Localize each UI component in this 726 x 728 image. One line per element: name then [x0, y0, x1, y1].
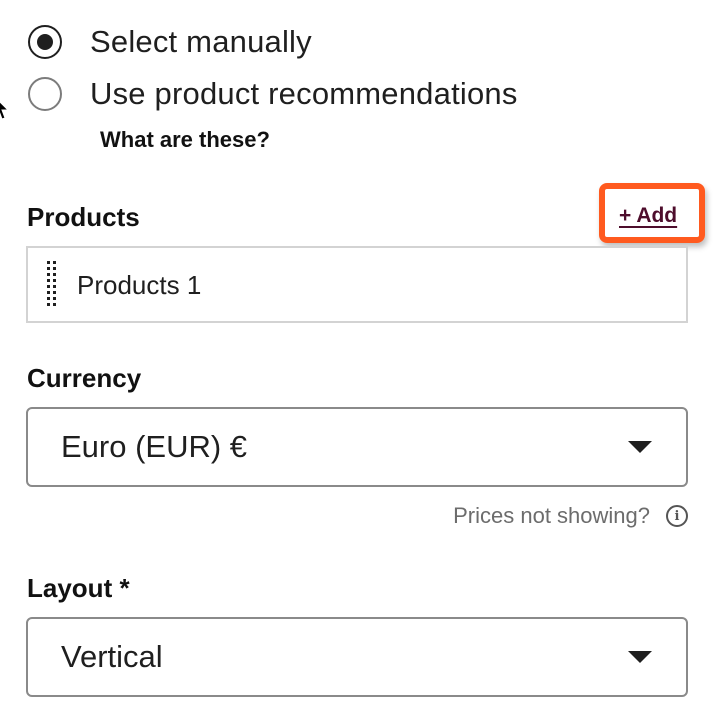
- what-are-these-link[interactable]: What are these?: [100, 127, 270, 153]
- add-product-button[interactable]: + Add: [619, 204, 677, 228]
- currency-heading: Currency: [27, 363, 142, 393]
- products-heading: Products: [27, 202, 140, 232]
- layout-select[interactable]: Vertical: [26, 617, 688, 697]
- prices-not-showing-help[interactable]: Prices not showing? i: [453, 503, 688, 529]
- product-item-label: Products 1: [77, 270, 202, 300]
- products-list: Products 1: [26, 246, 688, 323]
- drag-handle-icon[interactable]: [47, 261, 57, 308]
- radio-dot-icon: [37, 34, 53, 50]
- radio-label-select-manually: Select manually: [90, 24, 312, 59]
- radio-button-selected-icon[interactable]: [28, 25, 62, 59]
- currency-select[interactable]: Euro (EUR) €: [26, 407, 688, 487]
- radio-button-unselected-icon[interactable]: [28, 77, 62, 111]
- chevron-down-icon: [628, 651, 652, 663]
- currency-select-value: Euro (EUR) €: [61, 429, 248, 464]
- radio-select-manually[interactable]: Select manually: [28, 24, 312, 60]
- layout-select-value: Vertical: [61, 639, 163, 674]
- mouse-cursor-icon: [0, 101, 8, 120]
- prices-not-showing-text: Prices not showing?: [453, 503, 650, 528]
- radio-label-product-recommendations: Use product recommendations: [90, 76, 518, 111]
- layout-heading: Layout *: [27, 573, 130, 603]
- radio-use-product-recommendations[interactable]: Use product recommendations: [28, 76, 518, 112]
- chevron-down-icon: [628, 441, 652, 453]
- info-icon[interactable]: i: [666, 505, 688, 527]
